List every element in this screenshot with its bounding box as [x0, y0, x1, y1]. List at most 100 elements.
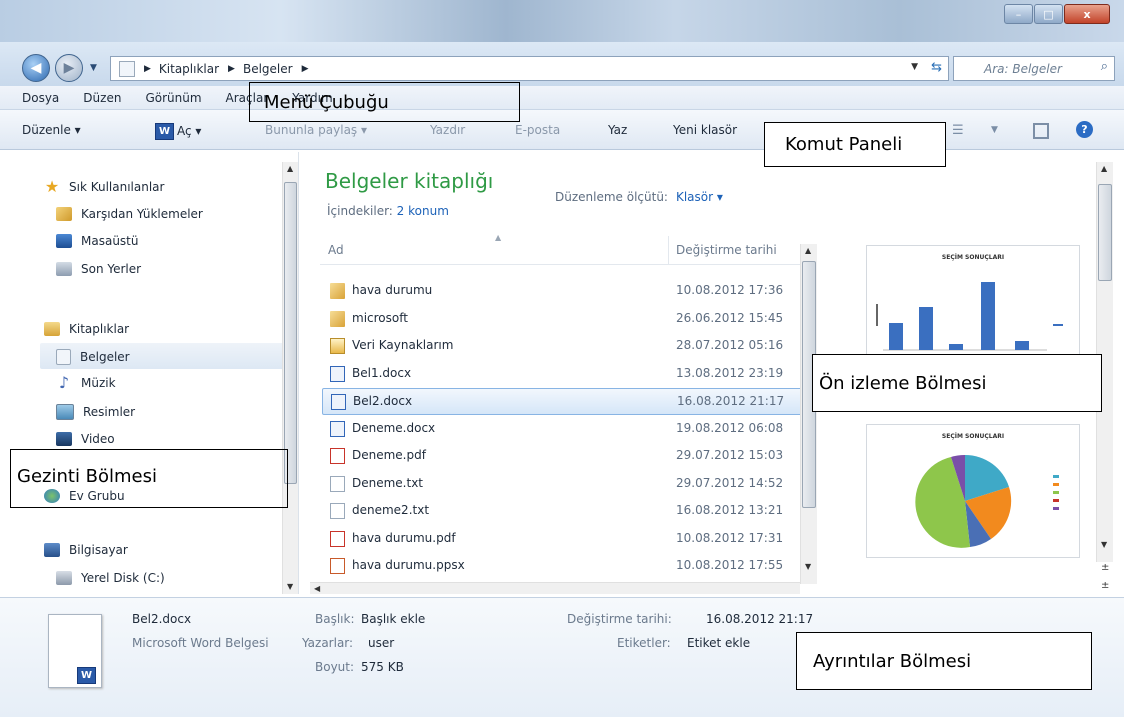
details-title-value[interactable]: Başlık ekle [361, 612, 425, 626]
breadcrumb-libraries[interactable]: Kitaplıklar [159, 62, 219, 76]
nav-label: Bilgisayar [69, 543, 128, 557]
nav-item-downloads[interactable]: Karşıdan Yüklemeler [56, 207, 203, 221]
music-note-icon: ♪ [58, 373, 70, 392]
nav-item-local-disk[interactable]: Yerel Disk (C:) [56, 571, 165, 585]
scroll-down-icon[interactable]: ▼ [287, 582, 293, 591]
scroll-up-icon[interactable]: ▲ [805, 246, 811, 255]
view-options-icon[interactable]: ☰ [952, 123, 964, 138]
recent-pages-dropdown[interactable]: ▼ [90, 63, 97, 73]
nav-item-recent[interactable]: Son Yerler [56, 262, 141, 276]
page-down-icon[interactable]: ± [1101, 580, 1109, 591]
command-bar: Düzenle ▾ W Aç ▾ Bununla paylaş ▾ Yazdır … [0, 110, 1124, 150]
nav-item-pictures[interactable]: Resimler [56, 404, 135, 420]
scroll-up-icon[interactable]: ▲ [1101, 164, 1107, 173]
scroll-left-icon[interactable]: ◀ [314, 584, 320, 593]
search-input[interactable]: Ara: Belgeler [984, 62, 1062, 76]
details-authors-value[interactable]: user [368, 636, 394, 650]
column-divider[interactable] [668, 236, 669, 264]
column-name[interactable]: Ad [328, 243, 344, 257]
open-label: Aç ▾ [177, 124, 202, 138]
address-row: ◀ ▶ ▼ ▶ Kitaplıklar ▶ Belgeler ▶ ▼ ⇆ Ara… [0, 42, 1124, 86]
column-date[interactable]: Değiştirme tarihi [676, 243, 777, 257]
file-row[interactable]: Deneme.pdf 29.07.2012 15:03 [322, 443, 804, 470]
menu-item-edit[interactable]: Düzen [83, 91, 121, 105]
file-name: hava durumu.pdf [352, 530, 456, 545]
preview-pane-toggle-icon[interactable] [1033, 123, 1049, 139]
pps-file-icon [330, 558, 345, 574]
file-row[interactable]: Deneme.docx 19.08.2012 06:08 [322, 416, 804, 443]
file-row[interactable]: deneme2.txt 16.08.2012 13:21 [322, 498, 804, 525]
search-icon[interactable]: ⌕ [1101, 59, 1108, 74]
nav-item-music[interactable]: ♪ Müzik [56, 373, 116, 392]
breadcrumb-separator-icon[interactable]: ▶ [144, 64, 151, 74]
file-name: deneme2.txt [352, 503, 430, 517]
breadcrumb-separator-icon[interactable]: ▶ [302, 64, 309, 74]
back-button[interactable]: ◀ [22, 54, 50, 82]
downloads-icon [56, 207, 72, 221]
share-button[interactable]: Bununla paylaş ▾ [265, 123, 367, 137]
address-bar[interactable]: ▶ Kitaplıklar ▶ Belgeler ▶ ▼ ⇆ [110, 56, 949, 81]
nav-label: Son Yerler [81, 262, 142, 276]
burn-button[interactable]: Yaz [608, 123, 627, 137]
open-button[interactable]: W Aç ▾ [155, 123, 201, 140]
file-row[interactable]: Veri Kaynaklarım 28.07.2012 05:16 [322, 333, 804, 360]
scroll-up-icon[interactable]: ▲ [287, 164, 293, 173]
file-row[interactable]: hava durumu.pdf 10.08.2012 17:31 [322, 526, 804, 553]
nav-item-desktop[interactable]: Masaüstü [56, 234, 138, 248]
nav-item-documents[interactable]: Belgeler [56, 349, 130, 365]
nav-item-computer[interactable]: Bilgisayar [44, 543, 128, 557]
window-controls: – □ x [1003, 4, 1110, 24]
file-row[interactable]: Deneme.txt 29.07.2012 14:52 [322, 471, 804, 498]
print-button[interactable]: Yazdır [430, 123, 465, 137]
file-row[interactable]: Bel1.docx 13.08.2012 23:19 [322, 361, 804, 388]
file-date: 29.07.2012 15:03 [676, 448, 784, 462]
scroll-down-icon[interactable]: ▼ [805, 562, 811, 571]
file-scrollbar[interactable]: ▲ ▼ [800, 244, 817, 584]
organize-button[interactable]: Düzenle ▾ [22, 123, 81, 137]
arrange-by-dropdown[interactable]: Klasör ▾ [676, 190, 723, 204]
page-up-icon[interactable]: ± [1101, 562, 1109, 573]
nav-item-videos[interactable]: Video [56, 432, 115, 446]
nav-scroll-thumb[interactable] [284, 182, 297, 484]
title-bar: – □ x [0, 0, 1124, 42]
data-file-icon [330, 338, 345, 354]
close-button[interactable]: x [1064, 4, 1110, 24]
menu-item-view[interactable]: Görünüm [145, 91, 201, 105]
file-row[interactable]: microsoft 26.06.2012 15:45 [322, 306, 804, 333]
details-filetype: Microsoft Word Belgesi [132, 636, 269, 650]
file-row[interactable]: hava durumu 10.08.2012 17:36 [322, 278, 804, 305]
help-button[interactable]: ? [1076, 121, 1093, 138]
document-icon [56, 349, 71, 365]
includes-locations-link[interactable]: 2 konum [397, 204, 449, 218]
pdf-file-icon [330, 448, 345, 464]
video-icon [56, 432, 72, 446]
nav-label: Sık Kullanılanlar [69, 180, 165, 194]
breadcrumb-separator-icon[interactable]: ▶ [228, 64, 235, 74]
nav-item-libraries[interactable]: Kitaplıklar [44, 322, 129, 336]
arrange-by: Düzenleme ölçütü: Klasör ▾ [555, 190, 723, 204]
file-row[interactable]: Bel2.docx 16.08.2012 21:17 [322, 388, 804, 415]
word-icon: W [155, 123, 174, 140]
new-folder-button[interactable]: Yeni klasör [673, 123, 737, 137]
maximize-button[interactable]: □ [1034, 4, 1063, 24]
menu-item-file[interactable]: Dosya [22, 91, 59, 105]
search-box[interactable]: Ara: Belgeler ⌕ [953, 56, 1115, 81]
word-file-icon [331, 394, 346, 410]
file-name: Bel1.docx [352, 365, 412, 380]
scroll-down-icon[interactable]: ▼ [1101, 540, 1107, 549]
email-button[interactable]: E-posta [515, 123, 560, 137]
nav-item-favorites[interactable]: ★ Sık Kullanılanlar [44, 179, 165, 195]
file-row[interactable]: hava durumu.ppsx 10.08.2012 17:55 [322, 553, 804, 580]
includes-label: İçindekiler: [327, 204, 393, 218]
refresh-icon[interactable]: ⇆ [931, 60, 942, 75]
chevron-down-icon[interactable]: ▼ [991, 125, 998, 135]
library-includes: İçindekiler: 2 konum [327, 204, 449, 218]
nav-scrollbar[interactable]: ▲ ▼ [282, 162, 298, 594]
address-dropdown-icon[interactable]: ▼ [911, 62, 918, 72]
file-h-scrollbar[interactable]: ◀ [310, 582, 800, 594]
forward-button[interactable]: ▶ [55, 54, 83, 82]
breadcrumb-documents[interactable]: Belgeler [243, 62, 293, 76]
minimize-button[interactable]: – [1004, 4, 1033, 24]
details-tags-value[interactable]: Etiket ekle [687, 636, 750, 650]
preview-scroll-thumb[interactable] [1098, 184, 1112, 281]
